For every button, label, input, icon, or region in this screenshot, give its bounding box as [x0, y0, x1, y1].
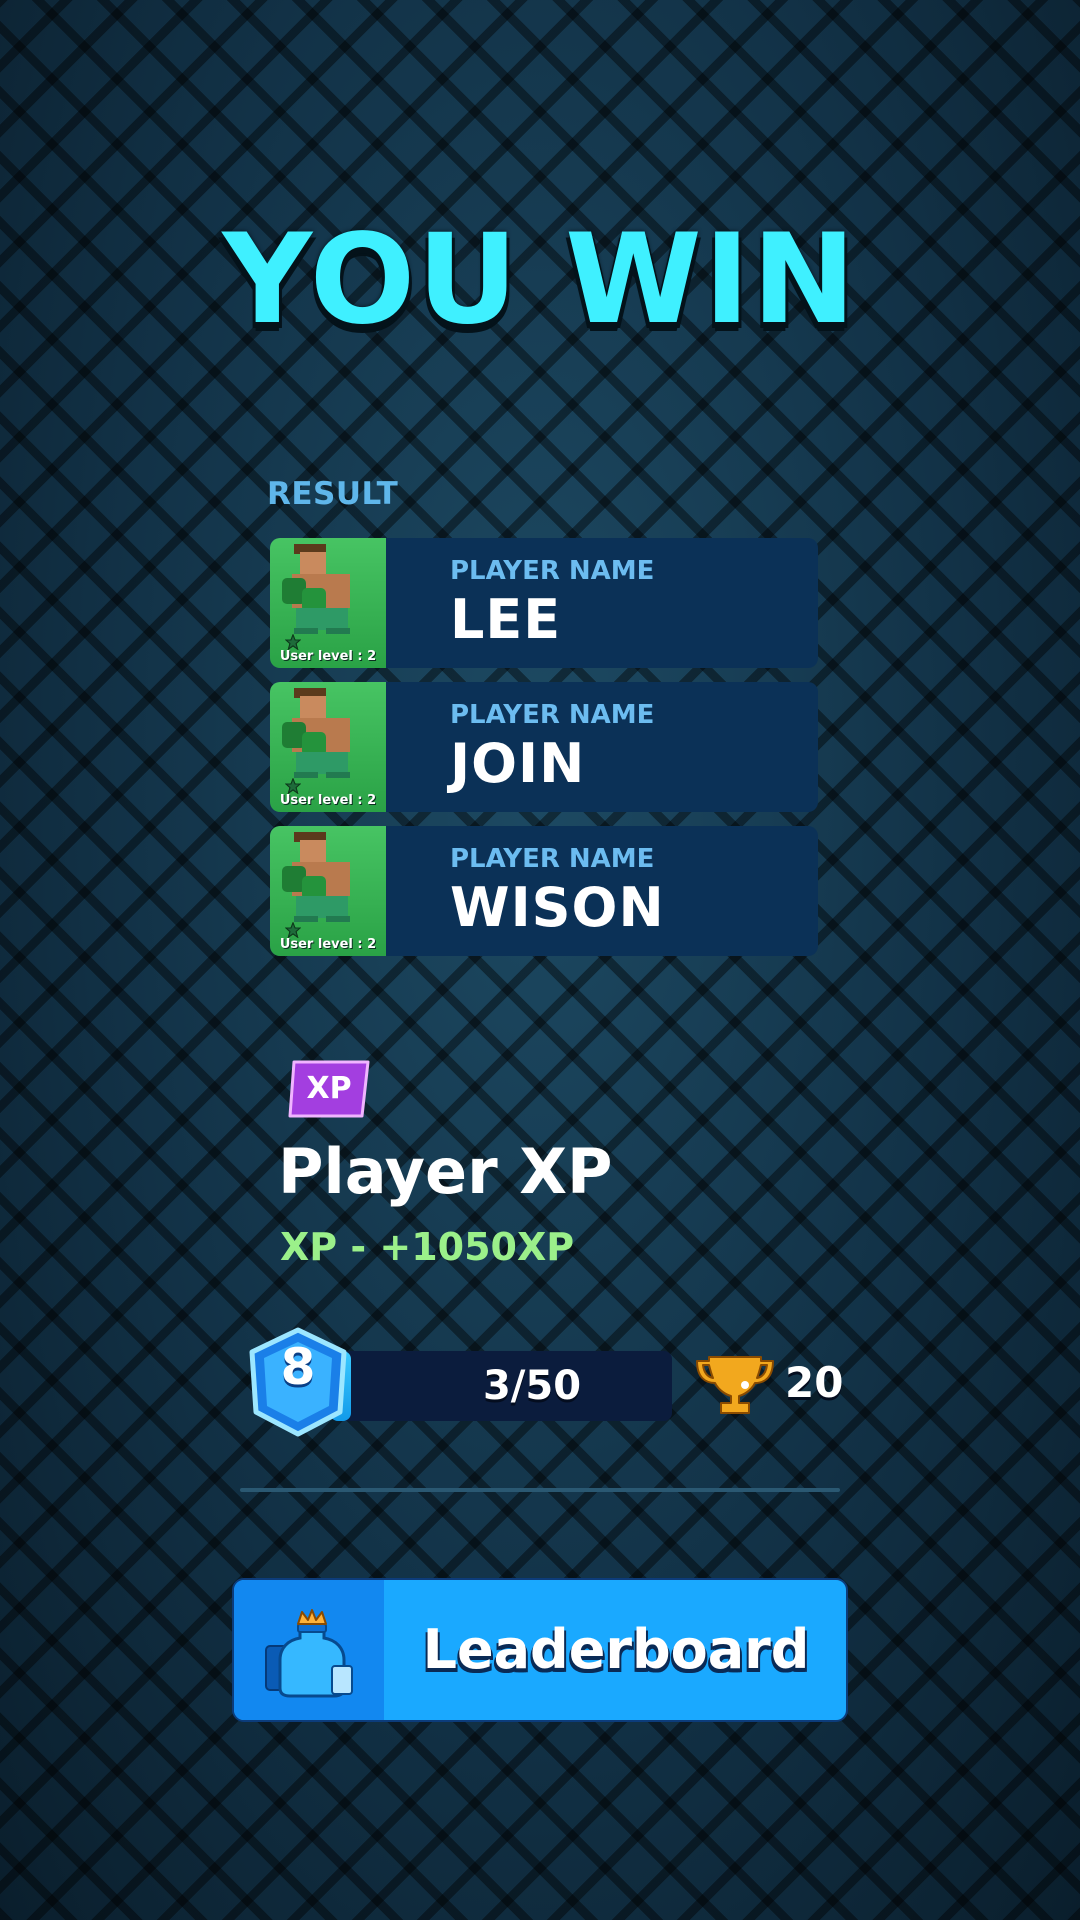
- xp-gain-text: XP - +1050XP: [280, 1225, 575, 1269]
- player-level-value: 8: [280, 1338, 316, 1396]
- player-name: WISON: [450, 876, 665, 939]
- trophy-count: 20: [785, 1358, 844, 1407]
- user-level-text: User level : 2: [279, 793, 377, 808]
- leaderboard-icon-panel: [234, 1580, 384, 1720]
- xp-progress-text: 3/50: [482, 1363, 582, 1409]
- player-card: User level : 2 PLAYER NAME JOIN: [270, 682, 818, 812]
- user-level-text: User level : 2: [279, 937, 377, 952]
- xp-title: Player XP: [278, 1135, 613, 1208]
- trophy-icon: [696, 1356, 774, 1414]
- star-icon: [285, 634, 301, 650]
- result-section-label: RESULT: [267, 476, 399, 512]
- player-card: User level : 2 PLAYER NAME WISON: [270, 826, 818, 956]
- boxer-avatar-icon: User level : 2: [270, 682, 386, 812]
- star-icon: [285, 922, 301, 938]
- star-icon: [285, 778, 301, 794]
- section-divider: [240, 1488, 840, 1492]
- result-title: YOU WIN: [222, 208, 858, 352]
- player-list: User level : 2 PLAYER NAME LEE User leve…: [270, 538, 818, 970]
- player-name-label: PLAYER NAME: [450, 844, 655, 874]
- player-name-label: PLAYER NAME: [450, 556, 655, 586]
- player-name: JOIN: [450, 732, 586, 795]
- xp-badge-label: XP: [306, 1071, 352, 1106]
- boxer-avatar-icon: User level : 2: [270, 538, 386, 668]
- boxer-avatar-icon: User level : 2: [270, 826, 386, 956]
- player-card: User level : 2 PLAYER NAME LEE: [270, 538, 818, 668]
- leaderboard-button-label: Leaderboard: [422, 1618, 810, 1681]
- player-name: LEE: [450, 588, 562, 651]
- user-level-text: User level : 2: [279, 649, 377, 664]
- player-name-label: PLAYER NAME: [450, 700, 655, 730]
- leaderboard-button[interactable]: Leaderboard: [232, 1578, 848, 1722]
- leaderboard-bottle-icon: [265, 1609, 353, 1698]
